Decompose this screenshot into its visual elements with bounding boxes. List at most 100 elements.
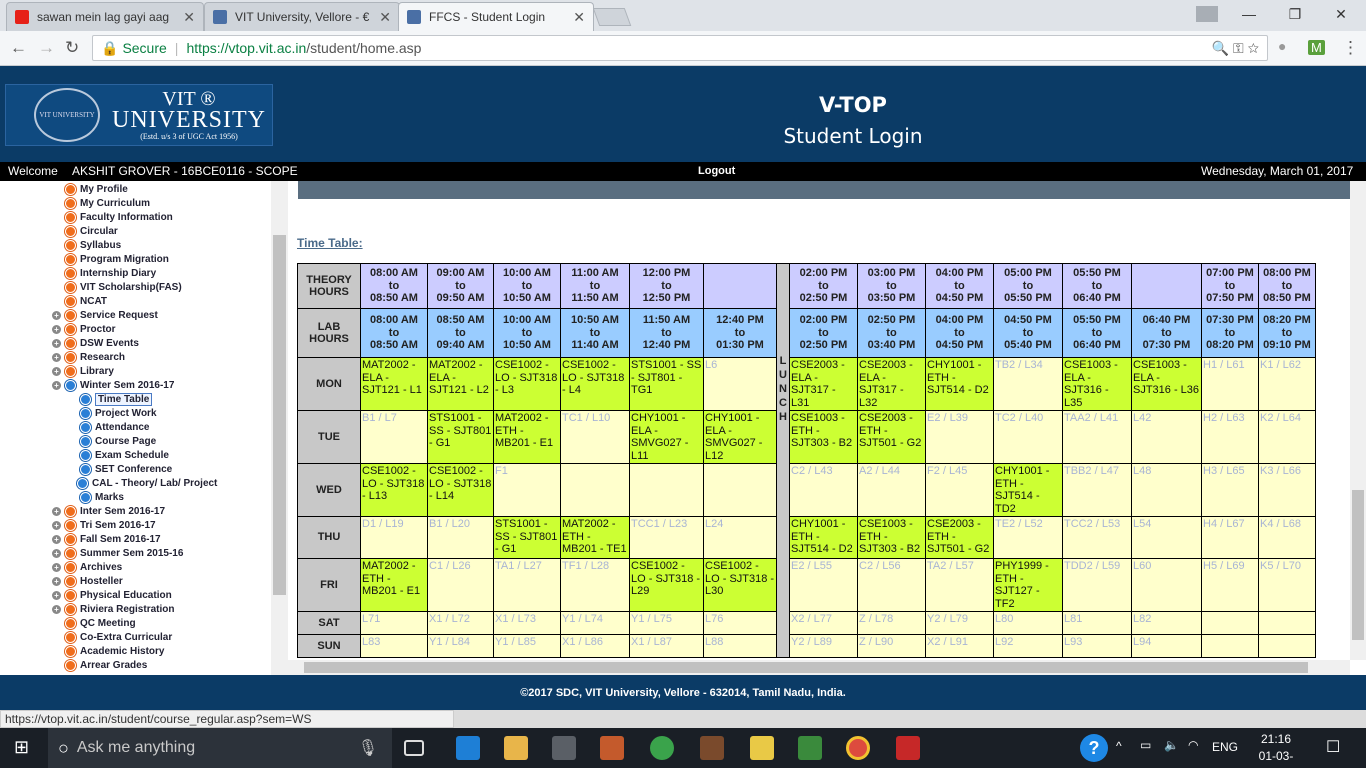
expand-icon[interactable]: + bbox=[52, 590, 61, 600]
expand-icon[interactable]: + bbox=[52, 338, 61, 348]
expand-icon[interactable]: + bbox=[52, 604, 61, 614]
sidebar-item[interactable]: + Hosteller bbox=[52, 574, 123, 588]
battery-icon[interactable]: ▭ bbox=[1140, 738, 1151, 752]
tray-chevron-icon[interactable]: ^ bbox=[1116, 739, 1122, 753]
sidebar-item[interactable]: + Archives bbox=[52, 560, 122, 574]
minimize-icon[interactable]: — bbox=[1226, 0, 1272, 28]
expand-icon[interactable]: + bbox=[52, 366, 61, 376]
sidebar-scrollbar-thumb[interactable] bbox=[273, 235, 286, 595]
sidebar-item-label: Tri Sem 2016-17 bbox=[80, 519, 156, 531]
store-icon[interactable] bbox=[552, 736, 576, 760]
edge-icon[interactable] bbox=[456, 736, 480, 760]
expand-icon[interactable]: + bbox=[52, 380, 61, 390]
sidebar-item[interactable]: My Curriculum bbox=[52, 196, 150, 210]
expand-icon[interactable]: + bbox=[52, 520, 61, 530]
sidebar-item[interactable]: Attendance bbox=[80, 420, 149, 434]
app-icon-2[interactable] bbox=[700, 736, 724, 760]
sidebar-item[interactable]: Course Page bbox=[80, 434, 156, 448]
extension-icon[interactable]: ● bbox=[1278, 38, 1286, 54]
zoom-icon[interactable]: 🔍 bbox=[1212, 40, 1229, 56]
expand-icon[interactable]: + bbox=[52, 534, 61, 544]
sidebar-item[interactable]: Syllabus bbox=[52, 238, 121, 252]
sidebar-item[interactable]: + Research bbox=[52, 350, 125, 364]
statusbar-filler bbox=[454, 710, 1366, 728]
sidebar-item[interactable]: NCAT bbox=[52, 294, 107, 308]
file-explorer-icon[interactable] bbox=[504, 736, 528, 760]
sidebar-item[interactable]: Program Migration bbox=[52, 252, 169, 266]
expand-icon[interactable]: + bbox=[52, 506, 61, 516]
menu-icon[interactable]: ⋮ bbox=[1342, 38, 1359, 58]
sidebar-item[interactable]: VIT Scholarship(FAS) bbox=[52, 280, 182, 294]
notifications-icon[interactable]: ☐ bbox=[1326, 737, 1340, 757]
sidebar-item[interactable]: Circular bbox=[52, 224, 118, 238]
chrome-icon[interactable] bbox=[846, 736, 870, 760]
spreadsheet-icon[interactable] bbox=[798, 736, 822, 760]
sidebar-item[interactable]: + Inter Sem 2016-17 bbox=[52, 504, 165, 518]
media-player-icon[interactable] bbox=[600, 736, 624, 760]
sidebar-item[interactable]: Faculty Information bbox=[52, 210, 173, 224]
maximize-icon[interactable]: ❐ bbox=[1272, 0, 1318, 28]
microphone-icon[interactable]: 🎙 bbox=[358, 738, 378, 758]
logout-link[interactable]: Logout bbox=[698, 165, 735, 177]
app-icon[interactable] bbox=[650, 736, 674, 760]
sidebar-item[interactable]: SET Conference bbox=[80, 462, 172, 476]
forward-icon[interactable]: → bbox=[38, 38, 55, 58]
sidebar-item[interactable]: Internship Diary bbox=[52, 266, 156, 280]
sidebar-item[interactable]: QC Meeting bbox=[52, 616, 136, 630]
address-bar[interactable]: 🔒 Secure | https://vtop.vit.ac.in/studen… bbox=[92, 35, 1268, 61]
sidebar-item[interactable]: CAL - Theory/ Lab/ Project bbox=[77, 476, 217, 490]
expand-icon[interactable]: + bbox=[52, 562, 61, 572]
sidebar-item[interactable]: My Profile bbox=[52, 182, 128, 196]
language-indicator[interactable]: ENG bbox=[1212, 740, 1238, 754]
sidebar-item[interactable]: + Tri Sem 2016-17 bbox=[52, 518, 156, 532]
sidebar-item[interactable]: + DSW Events bbox=[52, 336, 139, 350]
sidebar-item[interactable]: + Physical Education bbox=[52, 588, 172, 602]
new-tab-button[interactable] bbox=[592, 8, 632, 26]
horizontal-scrollbar-thumb[interactable] bbox=[304, 662, 1308, 673]
sidebar-item[interactable]: Exam Schedule bbox=[80, 448, 169, 462]
expand-icon[interactable]: + bbox=[52, 310, 61, 320]
task-view-icon[interactable] bbox=[404, 740, 424, 756]
sidebar-item[interactable]: Co-Extra Curricular bbox=[52, 630, 172, 644]
vit-logo[interactable]: VIT UNIVERSITY VIT ® UNIVERSITY (Estd. u… bbox=[5, 84, 273, 146]
volume-icon[interactable]: 🔈 bbox=[1164, 738, 1179, 752]
pdf-reader-icon[interactable] bbox=[896, 736, 920, 760]
help-icon[interactable]: ? bbox=[1080, 734, 1108, 762]
expand-icon[interactable]: + bbox=[52, 352, 61, 362]
key-icon[interactable]: ⚿ bbox=[1233, 40, 1244, 56]
system-clock[interactable]: 21:16 01-03-2017 bbox=[1246, 731, 1306, 782]
window-close-icon[interactable]: ✕ bbox=[1318, 0, 1364, 28]
user-icon[interactable] bbox=[1184, 0, 1230, 28]
sidebar-item[interactable]: + Proctor bbox=[52, 322, 116, 336]
close-icon[interactable]: ✕ bbox=[379, 9, 391, 26]
sidebar-item[interactable]: + Summer Sem 2015-16 bbox=[52, 546, 183, 560]
sidebar-item[interactable]: + Fall Sem 2016-17 bbox=[52, 532, 161, 546]
browser-tab[interactable]: sawan mein lag gayi aag ✕ bbox=[6, 2, 204, 31]
browser-tab[interactable]: VIT University, Vellore - € ✕ bbox=[204, 2, 400, 31]
sidebar-item[interactable]: Arrear Grades bbox=[52, 658, 147, 672]
sidebar-item[interactable]: Academic History bbox=[52, 644, 164, 658]
expand-icon[interactable]: + bbox=[52, 324, 61, 334]
close-icon[interactable]: ✕ bbox=[573, 9, 585, 26]
windows-start-icon[interactable]: ⊞ bbox=[14, 737, 29, 758]
reload-icon[interactable]: ↻ bbox=[65, 38, 79, 58]
sidebar-item[interactable]: Project Work bbox=[80, 406, 157, 420]
sidebar-item[interactable]: Time Table bbox=[80, 392, 153, 406]
back-icon[interactable]: ← bbox=[10, 38, 27, 58]
cortana-search-box[interactable]: ○ Ask me anything 🎙 bbox=[48, 728, 392, 768]
sticky-notes-icon[interactable] bbox=[750, 736, 774, 760]
sidebar-item-label: Winter Sem 2016-17 bbox=[80, 379, 175, 391]
sidebar-item[interactable]: + Winter Sem 2016-17 bbox=[52, 378, 174, 392]
expand-icon[interactable]: + bbox=[52, 576, 61, 586]
page-scrollbar-thumb[interactable] bbox=[1352, 490, 1364, 640]
sidebar-item[interactable]: + Riviera Registration bbox=[52, 602, 174, 616]
sidebar-item[interactable]: + Library bbox=[52, 364, 114, 378]
wifi-icon[interactable]: ◠ bbox=[1188, 738, 1198, 752]
sidebar-item[interactable]: Marks bbox=[80, 490, 124, 504]
star-icon[interactable]: ☆ bbox=[1248, 40, 1259, 56]
browser-tab-active[interactable]: FFCS - Student Login ✕ bbox=[398, 2, 594, 31]
extension-m-icon[interactable]: M bbox=[1308, 40, 1325, 55]
sidebar-item[interactable]: + Service Request bbox=[52, 308, 158, 322]
close-icon[interactable]: ✕ bbox=[183, 9, 195, 26]
expand-icon[interactable]: + bbox=[52, 548, 61, 558]
